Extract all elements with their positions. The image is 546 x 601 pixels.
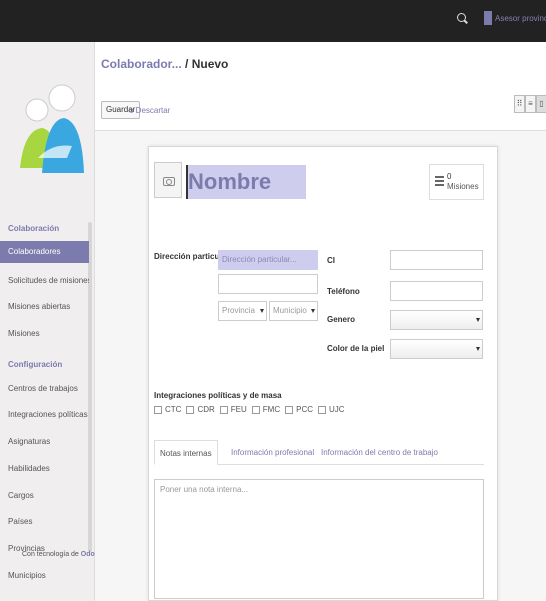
sidebar-item-solicitudes[interactable]: Solicitudes de misiones [0,270,89,292]
checkbox-pcc[interactable]: PCC [285,405,313,414]
powered-by[interactable]: Con tecnología de Odoo [22,551,99,558]
tab-informacion-profesional[interactable]: Información profesional [226,440,319,465]
checkbox-fmc[interactable]: FMC [251,405,280,414]
checkbox-feu[interactable]: FEU [219,405,247,414]
address-input[interactable]: Dirección particular... [218,250,318,270]
municipality-placeholder: Municipio [273,306,307,315]
photo-upload[interactable] [154,162,182,198]
address-line2-input[interactable] [218,274,318,294]
checkbox-ujc[interactable]: UJC [318,405,345,414]
name-input[interactable]: Nombre [186,165,306,199]
gender-label: Genero [327,315,356,324]
skin-color-label: Color de la piel [327,344,385,353]
sidebar-item-integraciones[interactable]: Integraciones políticas y... [0,404,89,426]
top-navbar: Asesor provincial ▾ [0,0,546,42]
kanban-view-icon[interactable]: ⠿ [514,95,525,113]
sidebar-item-centros[interactable]: Centros de trabajos [0,378,89,400]
ci-label: CI [327,256,335,265]
list-view-icon[interactable]: ≡ [525,95,536,113]
checkbox-ctc[interactable]: CTC [154,405,181,414]
form-tabs: Notas internas Información profesional I… [154,440,484,465]
integrations-title: Integraciones políticas y de masa [154,391,282,400]
checkbox-cdr[interactable]: CDR [186,405,215,414]
phone-input[interactable] [390,281,483,301]
gender-select[interactable] [390,310,483,330]
chevron-down-icon [311,309,315,313]
sidebar-item-misiones[interactable]: Misiones [0,323,89,345]
municipality-select[interactable]: Municipio [269,301,318,321]
menu-section-colaboracion: Colaboración [8,224,60,233]
breadcrumb: Colaborador... / Nuevo [101,57,228,71]
discard-link[interactable]: o Descartar [129,106,170,115]
list-icon [435,176,444,187]
powered-prefix: Con tecnología de [22,551,79,558]
sidebar-item-misiones-abiertas[interactable]: Misiones abiertas [0,296,89,318]
user-avatar[interactable] [484,11,492,25]
company-logo [12,58,87,200]
sidebar-item-habilidades[interactable]: Habilidades [0,458,89,480]
tab-notas-internas[interactable]: Notas internas [154,440,218,465]
missions-stat-button[interactable]: 0 Misiones [429,164,484,200]
province-select[interactable]: Provincia [218,301,267,321]
camera-icon [163,177,175,186]
phone-label: Teléfono [327,287,360,296]
sidebar-item-cargos[interactable]: Cargos [0,485,89,507]
integrations-checkboxes: CTC CDR FEU FMC PCC UJC [154,405,345,414]
breadcrumb-current: Nuevo [191,57,229,71]
chevron-down-icon [260,309,264,313]
internal-notes-textarea[interactable]: Poner una nota interna... [154,479,484,599]
chevron-down-icon [476,318,480,322]
breadcrumb-parent[interactable]: Colaborador... [101,57,182,71]
view-switcher: ⠿ ≡ ▯ [514,95,546,113]
ci-input[interactable] [390,250,483,270]
sidebar-item-municipios[interactable]: Municipios [0,565,89,587]
missions-count: 0 [447,172,452,181]
form-view-icon[interactable]: ▯ [536,95,546,113]
tab-informacion-centro-trabajo[interactable]: Información del centro de trabajo [316,440,443,465]
province-placeholder: Provincia [222,306,255,315]
sidebar: Colaboración Colaboradores Solicitudes d… [0,42,95,601]
breadcrumb-separator: / [181,57,192,71]
missions-label: Misiones [447,182,479,191]
user-menu[interactable]: Asesor provincial ▾ [495,14,546,23]
sidebar-item-paises[interactable]: Países [0,511,89,533]
sidebar-item-asignaturas[interactable]: Asignaturas [0,431,89,453]
sidebar-item-colaboradores[interactable]: Colaboradores [0,241,89,263]
skin-color-select[interactable] [390,339,483,359]
menu-section-configuracion: Configuración [8,360,63,369]
chevron-down-icon [476,347,480,351]
search-icon[interactable] [457,13,466,22]
